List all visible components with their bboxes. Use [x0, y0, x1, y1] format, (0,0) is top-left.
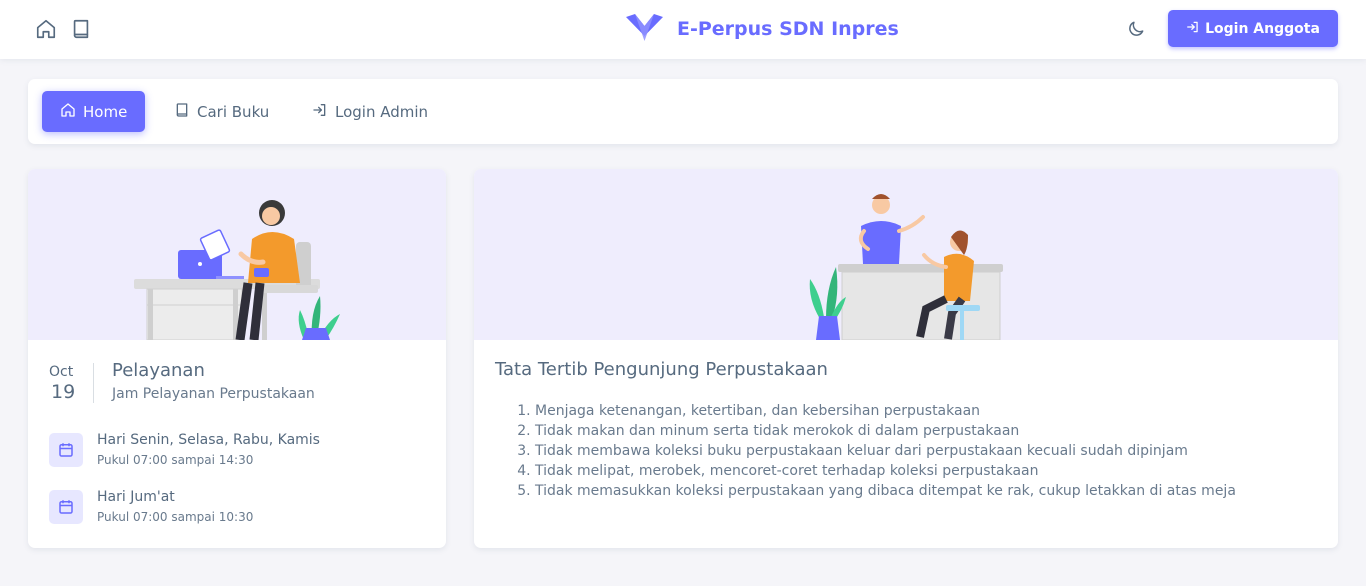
brand[interactable]: E-Perpus SDN Inpres [626, 13, 899, 45]
brand-title: E-Perpus SDN Inpres [677, 18, 899, 40]
calendar-icon [49, 490, 83, 524]
login-icon [1186, 20, 1205, 38]
date-month: Oct [49, 364, 74, 380]
login-anggota-label: Login Anggota [1205, 20, 1320, 37]
home-icon [60, 102, 83, 122]
book-icon [174, 102, 197, 122]
librarian-illustration [28, 169, 446, 342]
rule-item: Menjaga ketenangan, ketertiban, dan kebe… [535, 401, 1236, 421]
date-divider [93, 363, 94, 403]
rules-list: Menjaga ketenangan, ketertiban, dan kebe… [535, 401, 1236, 501]
library-rules-card: Tata Tertib Pengunjung Perpustakaan Menj… [474, 169, 1338, 548]
service-subtitle: Jam Pelayanan Perpustakaan [112, 386, 315, 402]
schedule-days: Hari Senin, Selasa, Rabu, Kamis [97, 432, 320, 448]
login-anggota-button[interactable]: Login Anggota [1168, 10, 1338, 47]
date-day: 19 [51, 381, 76, 403]
login-icon [312, 102, 335, 122]
main-nav: Home Cari Buku Login Admin [28, 79, 1338, 144]
reception-illustration [474, 169, 1338, 341]
service-title: Pelayanan [112, 360, 205, 381]
schedule-days: Hari Jum'at [97, 489, 175, 505]
rule-item: Tidak memasukkan koleksi perpustakaan ya… [535, 481, 1236, 501]
rule-item: Tidak makan dan minum serta tidak meroko… [535, 421, 1236, 441]
brand-logo-icon [626, 13, 663, 45]
nav-item-login-admin[interactable]: Login Admin [312, 91, 428, 132]
calendar-icon [49, 433, 83, 467]
nav-item-label: Login Admin [335, 102, 429, 121]
book-icon[interactable] [70, 18, 92, 40]
dark-mode-toggle-icon[interactable] [1126, 19, 1146, 39]
home-icon[interactable] [35, 18, 57, 40]
rules-title: Tata Tertib Pengunjung Perpustakaan [495, 359, 828, 380]
schedule-time: Pukul 07:00 sampai 10:30 [97, 510, 254, 524]
rule-item: Tidak membawa koleksi buku perpustakaan … [535, 441, 1236, 461]
rule-item: Tidak melipat, merobek, mencoret-coret t… [535, 461, 1236, 481]
nav-item-label: Home [83, 102, 128, 121]
nav-item-home[interactable]: Home [42, 91, 146, 132]
nav-item-cari-buku[interactable]: Cari Buku [174, 91, 269, 132]
top-navbar: E-Perpus SDN Inpres Login Anggota [0, 0, 1366, 59]
nav-item-label: Cari Buku [197, 102, 270, 121]
schedule-time: Pukul 07:00 sampai 14:30 [97, 453, 254, 467]
service-hours-card: Oct 19 Pelayanan Jam Pelayanan Perpustak… [28, 169, 446, 548]
